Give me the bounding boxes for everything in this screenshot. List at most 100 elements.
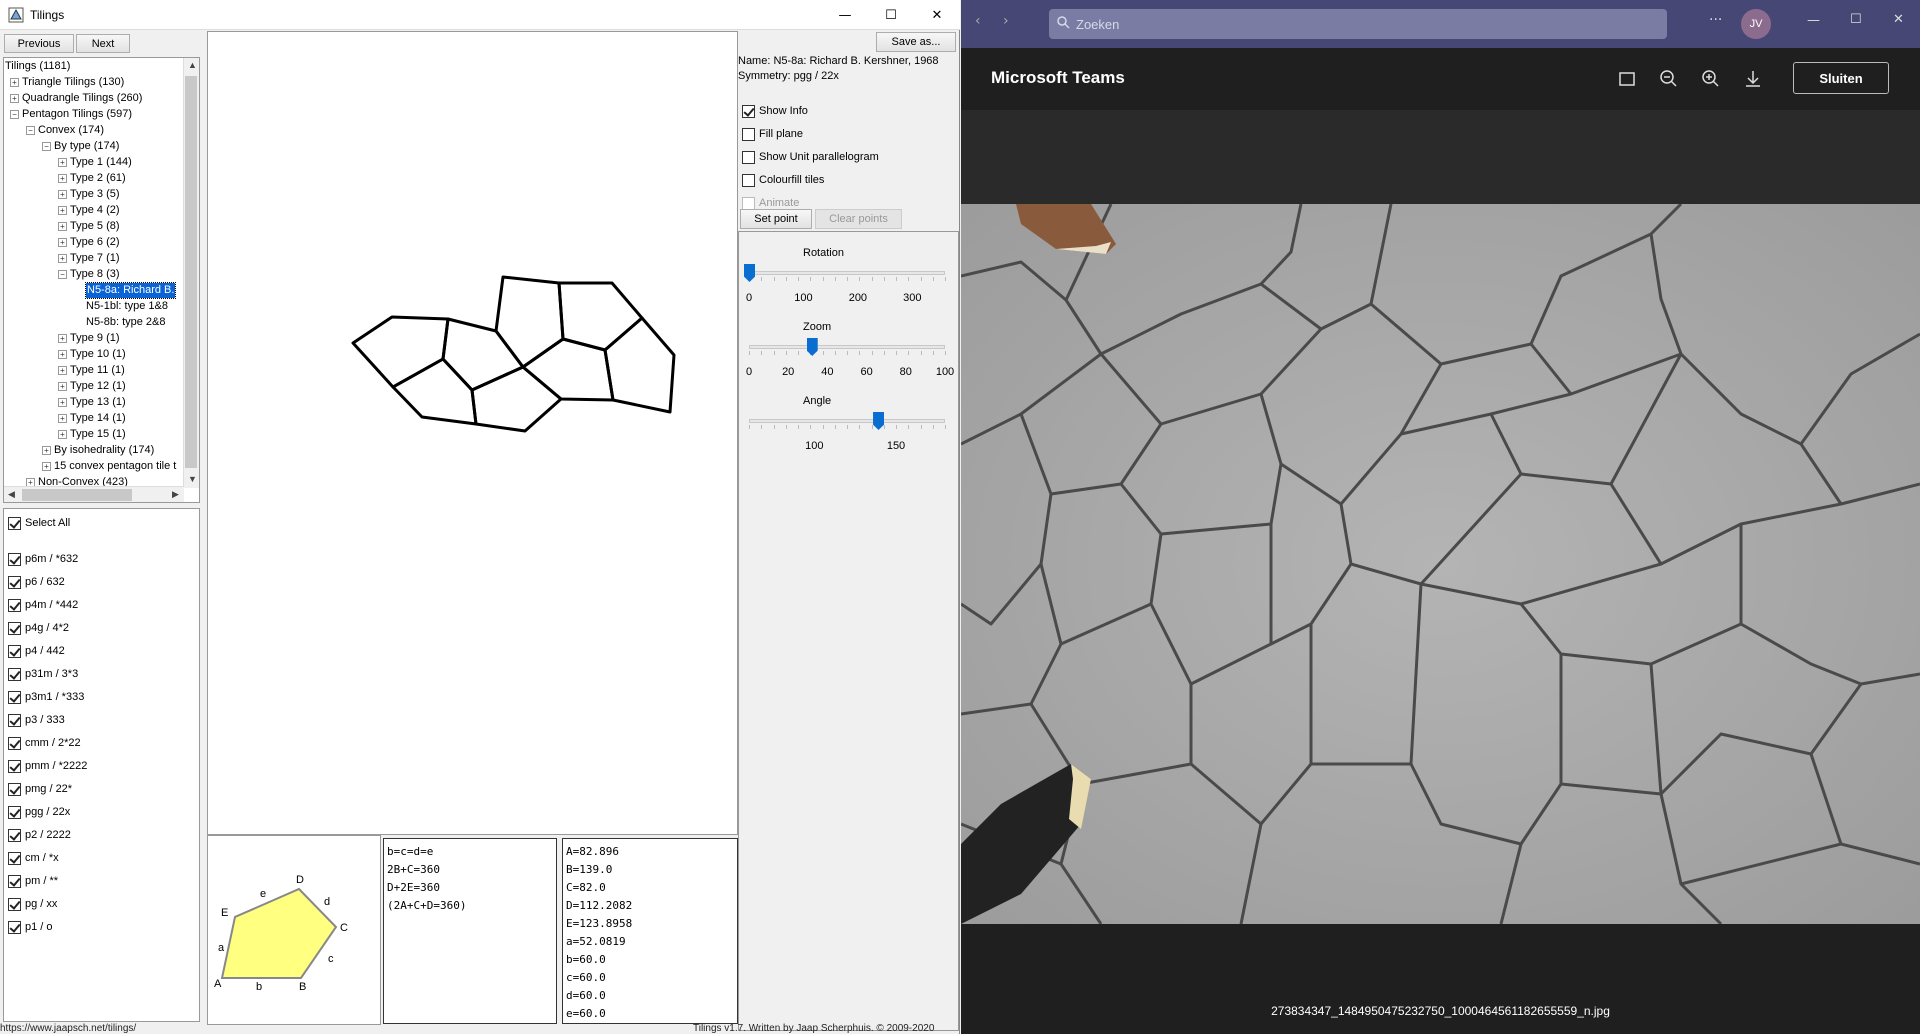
teams-maximize-icon[interactable]: ☐ [1850, 12, 1862, 27]
checkbox-icon[interactable] [8, 690, 21, 704]
tree-hscroll-thumb[interactable] [22, 489, 132, 501]
checkbox-icon[interactable] [742, 150, 755, 164]
scroll-right-icon[interactable]: ▶ [172, 489, 179, 500]
expand-icon[interactable]: + [58, 158, 67, 167]
tree-node[interactable]: + Type 2 (61) [58, 171, 126, 186]
symmetry-checkbox[interactable]: p3 / 333 [8, 712, 65, 728]
checkbox-icon[interactable] [742, 173, 755, 187]
symmetry-checkbox[interactable]: pmm / *2222 [8, 758, 87, 774]
option-checkbox[interactable]: Show Unit parallelogram [742, 149, 879, 165]
checkbox-icon[interactable] [742, 127, 755, 141]
expand-icon[interactable]: + [58, 174, 67, 183]
next-button[interactable]: Next [76, 34, 130, 53]
expand-icon[interactable]: + [58, 206, 67, 215]
tree-node[interactable]: + Type 6 (2) [58, 235, 120, 250]
checkbox-icon[interactable] [8, 552, 21, 566]
expand-icon[interactable]: + [58, 366, 67, 375]
tree-node[interactable]: − By type (174) [42, 139, 119, 154]
expand-icon[interactable]: + [10, 78, 19, 87]
scroll-down-icon[interactable]: ▼ [188, 474, 197, 484]
zoom-slider-track[interactable] [749, 345, 945, 349]
clear-points-button[interactable]: Clear points [815, 209, 902, 229]
zoom-slider-thumb[interactable] [806, 338, 818, 356]
tree-node[interactable]: + Type 13 (1) [58, 395, 126, 410]
expand-icon[interactable]: + [42, 462, 51, 471]
tree-node[interactable]: + Type 12 (1) [58, 379, 126, 394]
more-options-icon[interactable]: ··· [1709, 12, 1722, 28]
checkbox-icon[interactable] [8, 736, 21, 750]
tree-node[interactable]: + Type 14 (1) [58, 411, 126, 426]
checkbox-icon[interactable] [8, 851, 21, 865]
symmetry-checkbox[interactable]: p1 / o [8, 919, 53, 935]
tree-node[interactable]: +15 convex pentagon tile t [42, 459, 176, 474]
collapse-icon[interactable]: − [26, 126, 35, 135]
checkbox-icon[interactable] [8, 621, 21, 635]
expand-icon[interactable]: + [58, 222, 67, 231]
collapse-icon[interactable]: − [58, 270, 67, 279]
tiling-tree[interactable]: Tilings (1181) + Triangle Tilings (130) + Qu… [3, 57, 200, 503]
checkbox-icon[interactable] [8, 713, 21, 727]
symmetry-checkbox[interactable]: p4 / 442 [8, 643, 65, 659]
tree-node[interactable]: + By isohedrality (174) [42, 443, 154, 458]
symmetry-checkbox[interactable]: p3m1 / *333 [8, 689, 84, 705]
symmetry-checkbox[interactable]: p6m / *632 [8, 551, 78, 567]
tree-node[interactable]: + Type 9 (1) [58, 331, 120, 346]
symmetry-checkbox[interactable]: p4g / 4*2 [8, 620, 69, 636]
symmetry-checkbox[interactable]: p31m / 3*3 [8, 666, 78, 682]
teams-close-icon[interactable]: ✕ [1893, 12, 1904, 27]
download-icon[interactable] [1742, 68, 1764, 90]
symmetry-checkbox[interactable]: p4m / *442 [8, 597, 78, 613]
save-as-button[interactable]: Save as... [876, 32, 956, 52]
tree-node[interactable]: + Type 11 (1) [58, 363, 125, 378]
previous-button[interactable]: Previous [4, 34, 74, 53]
back-icon[interactable]: ‹ [975, 13, 981, 29]
checkbox-icon[interactable] [8, 759, 21, 773]
checkbox-icon[interactable] [8, 667, 21, 681]
status-url[interactable]: https://www.jaapsch.net/tilings/ [0, 1024, 136, 1034]
expand-icon[interactable]: + [58, 382, 67, 391]
expand-icon[interactable]: + [58, 334, 67, 343]
expand-icon[interactable]: + [58, 430, 67, 439]
option-checkbox[interactable]: Show Info [742, 103, 808, 119]
symmetry-checkbox[interactable]: p2 / 2222 [8, 827, 71, 843]
zoom-in-icon[interactable] [1700, 68, 1722, 90]
tree-node[interactable]: + Type 3 (5) [58, 187, 120, 202]
symmetry-checkbox[interactable]: cmm / 2*22 [8, 735, 81, 751]
tree-node[interactable]: + Triangle Tilings (130) [10, 75, 124, 90]
checkbox-icon[interactable] [8, 644, 21, 658]
collapse-icon[interactable]: − [10, 110, 19, 119]
checkbox-icon[interactable] [742, 196, 755, 210]
tree-horizontal-scrollbar[interactable]: ◀ ▶ [4, 486, 184, 502]
checkbox-icon[interactable] [8, 897, 21, 911]
angle-slider-thumb[interactable] [873, 412, 885, 430]
checkbox-icon[interactable] [8, 575, 21, 589]
close-viewer-button[interactable]: Sluiten [1793, 62, 1889, 94]
tree-vertical-scrollbar[interactable]: ▲ ▼ [183, 58, 199, 488]
expand-icon[interactable]: + [58, 190, 67, 199]
checkbox-icon[interactable] [8, 874, 21, 888]
tree-node[interactable]: − Pentagon Tilings (597) [10, 107, 132, 122]
collapse-icon[interactable]: − [42, 142, 51, 151]
expand-icon[interactable]: + [10, 94, 19, 103]
checkbox-icon[interactable] [8, 516, 21, 530]
tree-node[interactable]: − Convex (174) [26, 123, 104, 138]
tree-node[interactable]: + Type 7 (1) [58, 251, 120, 266]
teams-minimize-icon[interactable]: — [1807, 13, 1820, 28]
scroll-left-icon[interactable]: ◀ [8, 489, 15, 500]
symmetry-checkbox[interactable]: pg / xx [8, 896, 57, 912]
expand-icon[interactable]: + [42, 446, 51, 455]
scroll-up-icon[interactable]: ▲ [188, 60, 197, 70]
angle-slider-track[interactable] [749, 419, 945, 423]
checkbox-icon[interactable] [8, 828, 21, 842]
expand-icon[interactable]: + [58, 398, 67, 407]
checkbox-icon[interactable] [8, 805, 21, 819]
checkbox-icon[interactable] [742, 104, 755, 118]
expand-icon[interactable]: + [58, 238, 67, 247]
expand-icon[interactable]: + [58, 414, 67, 423]
select-all-checkbox[interactable]: Select All [8, 515, 70, 531]
tree-node[interactable]: + Type 15 (1) [58, 427, 126, 442]
option-checkbox[interactable]: Colourfill tiles [742, 172, 824, 188]
minimize-button[interactable]: — [822, 0, 868, 30]
checkbox-icon[interactable] [8, 782, 21, 796]
forward-icon[interactable]: › [1003, 13, 1009, 29]
